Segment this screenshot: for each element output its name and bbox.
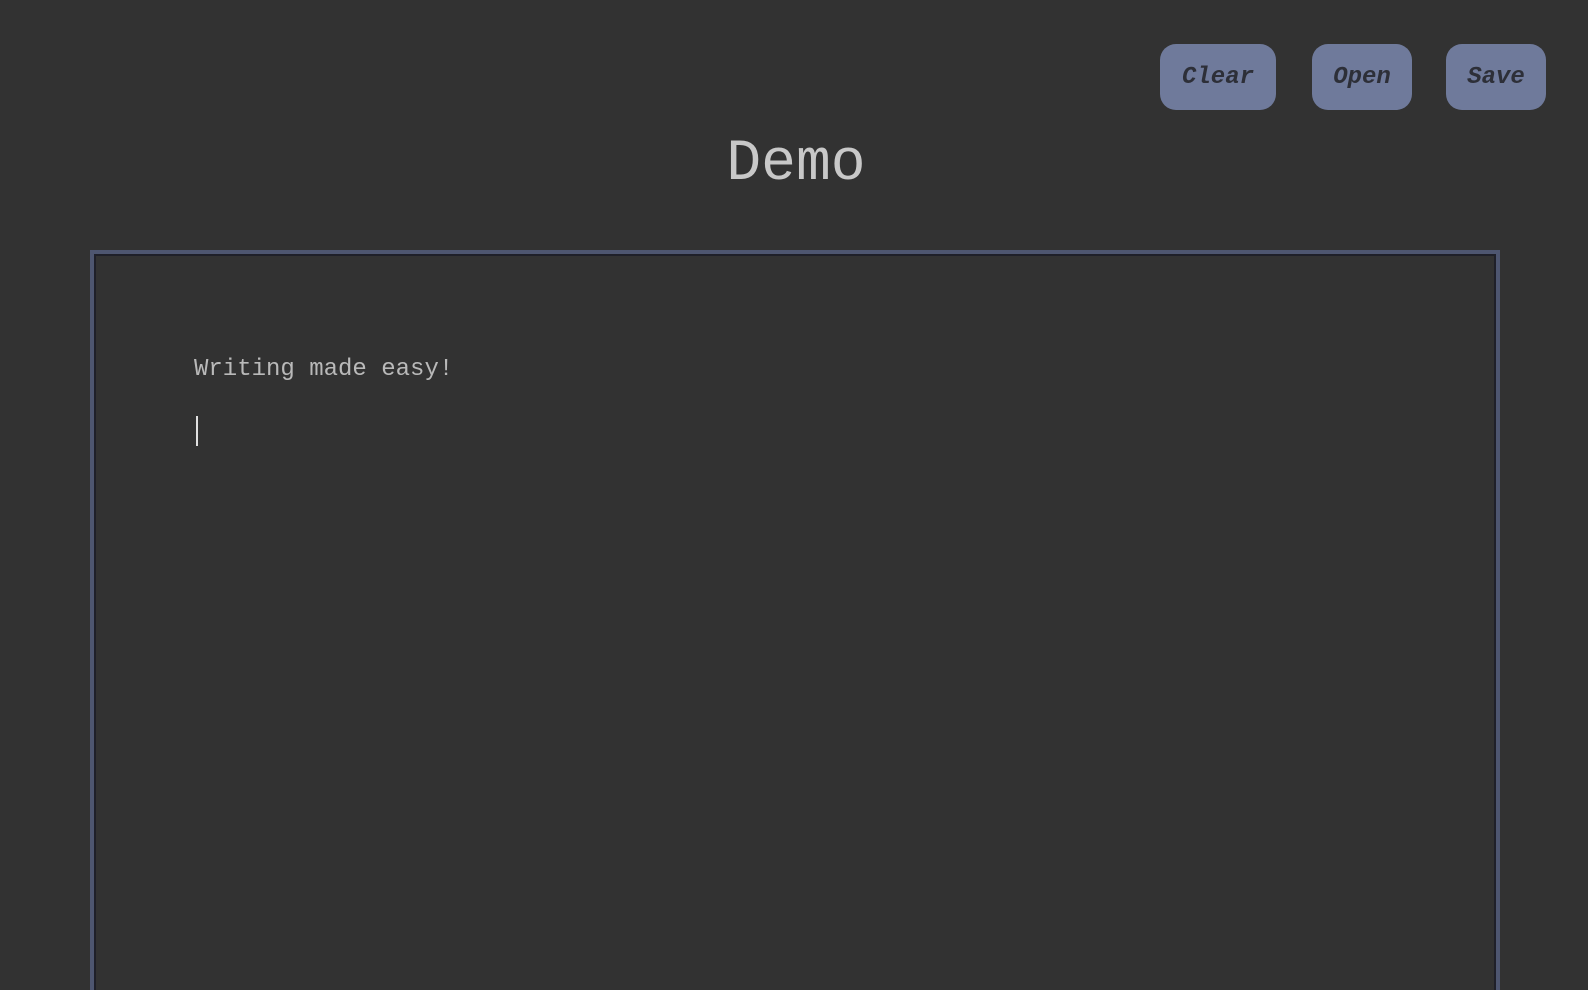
clear-button[interactable]: Clear bbox=[1160, 44, 1276, 110]
editor-content-line[interactable]: Writing made easy! bbox=[194, 354, 453, 386]
open-button[interactable]: Open bbox=[1312, 44, 1412, 110]
save-button[interactable]: Save bbox=[1446, 44, 1546, 110]
page-title: Demo bbox=[726, 132, 866, 197]
text-caret bbox=[196, 416, 198, 446]
text-editor[interactable]: Writing made easy! bbox=[90, 250, 1500, 990]
